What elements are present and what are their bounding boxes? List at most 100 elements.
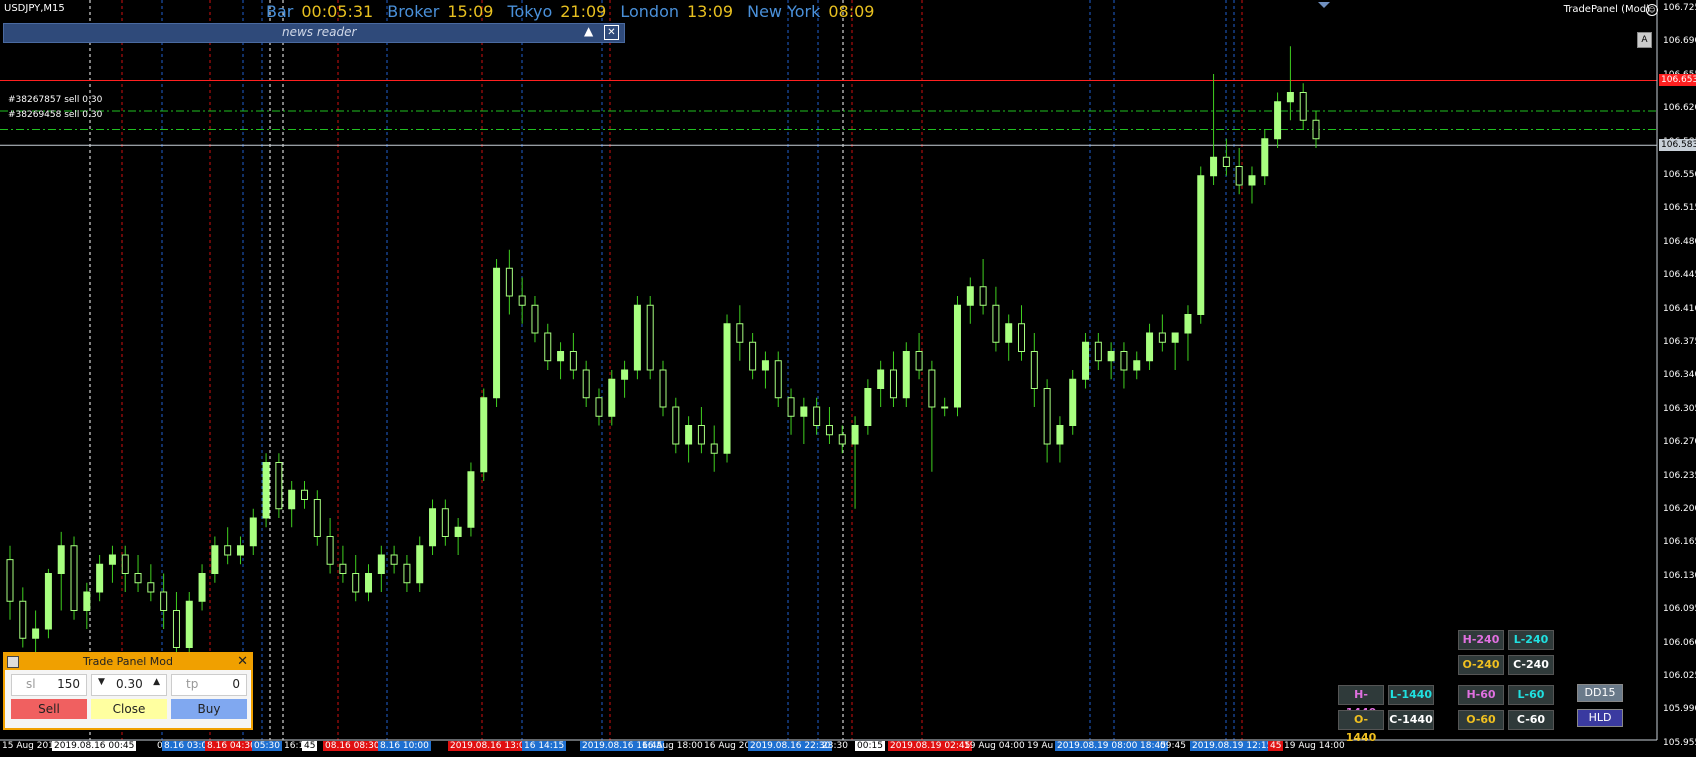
candle [1005,314,1013,361]
candle [979,259,987,315]
candle [32,610,40,657]
sl-input[interactable]: sl 150 [11,674,87,696]
candle [108,545,116,583]
candle [1171,332,1179,370]
candle [646,296,654,380]
candle [800,397,808,444]
time-tick-label: 19 Aug 14:00 [1284,741,1345,751]
time-tick-label: 45 [302,741,318,751]
price-tick-label: 106.375 [1663,337,1696,347]
candle [1146,323,1154,370]
level-button-l-1440[interactable]: L-1440 [1388,685,1434,705]
candle [569,333,577,380]
price-tick-label: 106.095 [1663,604,1696,615]
time-tick-label: 19 Aug 04:00 [964,741,1025,751]
sl-label: sl [26,677,36,691]
candle [1158,314,1166,352]
auto-trading-button[interactable]: A [1637,32,1652,48]
close-position-button[interactable]: Close [91,699,167,719]
level-button-c-240[interactable]: C-240 [1508,655,1554,675]
time-tick-label: 2019.08.16 13:00 [448,741,533,751]
candle [147,564,155,602]
price-tick-label: 106.515 [1663,203,1696,214]
level-button-h-60[interactable]: H-60 [1458,685,1504,705]
candle [467,462,475,537]
clock-value-1: 15:09 [447,2,494,21]
candle [621,360,629,398]
level-button-o-1440[interactable]: O-1440 [1338,710,1384,744]
candle [1222,138,1230,176]
candle [864,379,872,435]
level-button-h-1440[interactable]: H-1440 [1338,685,1384,719]
candle [774,351,782,407]
candle [761,351,769,389]
tp-value: 0 [232,677,240,691]
level-button-h-240[interactable]: H-240 [1458,630,1504,650]
trade-panel-indicator-label: TradePanel (Mod) [1563,4,1650,15]
candle [365,564,373,602]
candle [249,508,257,555]
close-icon[interactable]: ✕ [237,654,248,670]
session-clock-bar: Bar 00:05:31 Broker 15:09 Tokyo 21:09 London 13… [252,2,874,21]
level-button-l-60[interactable]: L-60 [1508,685,1554,705]
close-icon[interactable]: ✕ [604,25,619,40]
time-tick-label: 23:30 [822,741,848,751]
trade-panel-header[interactable]: Trade Panel Mod ✕ [5,654,251,670]
candle [902,342,910,407]
level-button-l-240[interactable]: L-240 [1508,630,1554,650]
candle [518,277,526,324]
lot-value: 0.30 [116,677,143,691]
candle [96,555,104,602]
price-chart[interactable] [0,0,1696,757]
time-tick-label: 05:30 [252,741,282,751]
news-reader-title: news reader [282,25,357,39]
candle [966,277,974,324]
hld-button[interactable]: HLD [1577,709,1623,727]
candle [493,259,501,407]
candle [416,536,424,592]
candle [1299,83,1307,130]
price-tick-label: 105.990 [1663,704,1696,715]
price-tick-label: 106.025 [1663,671,1696,681]
price-tick-label: 106.270 [1663,437,1696,448]
price-tick-label: 106.060 [1663,637,1696,648]
level-button-o-60[interactable]: O-60 [1458,710,1504,730]
clock-label-3: London [620,2,679,21]
trade-panel-title: Trade Panel Mod [83,655,173,668]
price-tick-label: 106.130 [1663,570,1696,581]
candle [992,286,1000,352]
buy-button[interactable]: Buy [171,699,247,719]
level-button-c-1440[interactable]: C-1440 [1388,710,1434,730]
candle [1018,305,1026,361]
collapse-arrow-icon[interactable]: ▲ [584,24,593,38]
candle [403,555,411,592]
dd15-button[interactable]: DD15 [1577,684,1623,702]
candle [454,518,462,555]
candle [275,453,283,518]
time-tick-label: 08.16 08:30 [323,741,382,751]
candle [352,555,360,602]
clock-value-4: 08:09 [828,2,875,21]
price-tick-label: 106.305 [1663,403,1696,414]
minimize-icon[interactable] [7,656,19,668]
candle [313,490,321,546]
candle [697,407,705,454]
tp-input[interactable]: tp 0 [171,674,247,696]
candle [1120,342,1128,389]
candle [928,360,936,472]
decrease-icon[interactable]: ▼ [98,677,105,687]
price-tick-label: 106.480 [1663,236,1696,247]
level-button-o-240[interactable]: O-240 [1458,655,1504,675]
candle [851,416,859,509]
candle [1235,148,1243,195]
increase-icon[interactable]: ▲ [153,677,160,687]
level-button-c-60[interactable]: C-60 [1508,710,1554,730]
lot-stepper[interactable]: ▼ 0.30 ▲ [91,674,167,696]
candle [825,407,833,444]
price-tag-0: 106.653 [1659,74,1696,87]
news-reader-bar[interactable]: news reader ▲ ✕ [3,23,625,43]
sell-button[interactable]: Sell [11,699,87,719]
candle [685,416,693,463]
candle [390,545,398,574]
candle [544,323,552,370]
